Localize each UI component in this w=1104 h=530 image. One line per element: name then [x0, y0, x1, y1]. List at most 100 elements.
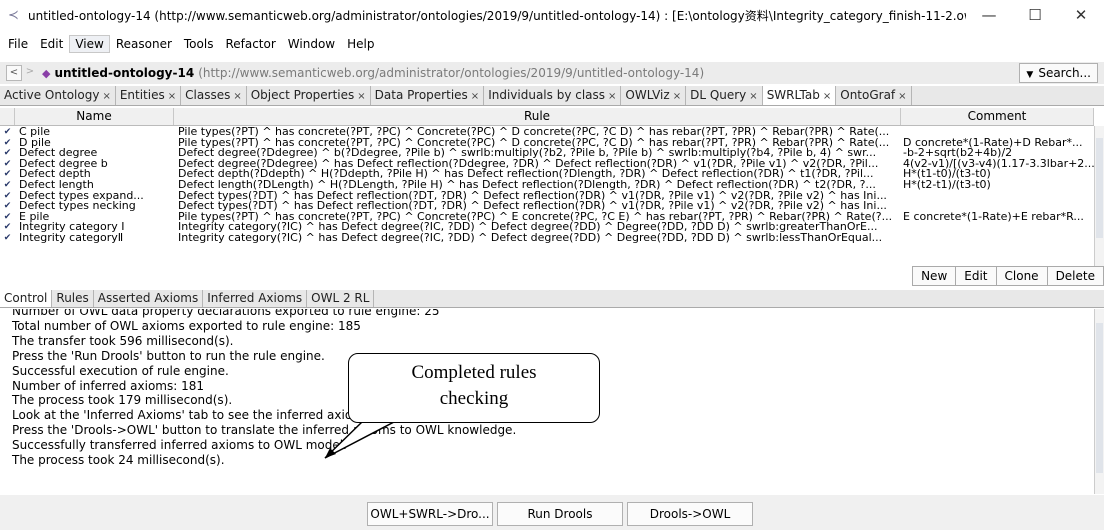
table-row[interactable]: ✔ Defect depth Defect depth(?Ddepth) ^ H(?…: [0, 169, 1094, 180]
rule-enabled-checkbox[interactable]: ✔: [0, 169, 15, 180]
rule-comment-cell[interactable]: [901, 222, 1094, 233]
rule-comment-cell[interactable]: H*(t1-t0)/(t3-t0): [901, 169, 1094, 180]
table-row[interactable]: ✔ Defect degree b Defect degree(?Ddegree) …: [0, 159, 1094, 170]
rule-name-cell[interactable]: D pile: [15, 138, 174, 149]
rule-enabled-checkbox[interactable]: ✔: [0, 222, 15, 233]
rule-name-cell[interactable]: Defect types expand...: [15, 191, 174, 202]
rule-name-cell[interactable]: Defect degree b: [15, 159, 174, 170]
close-tab-icon[interactable]: ×: [673, 91, 681, 102]
tab-object-properties[interactable]: Object Properties ×: [247, 86, 371, 105]
rule-comment-cell[interactable]: [901, 201, 1094, 212]
menu-file[interactable]: File: [2, 35, 34, 53]
table-row[interactable]: ✔ Defect types necking Defect types(?DT) ^…: [0, 201, 1094, 212]
drools-to-owl-button[interactable]: Drools->OWL: [627, 502, 753, 526]
forward-button[interactable]: >: [22, 65, 38, 81]
tab-active-ontology[interactable]: Active Ontology ×: [0, 86, 116, 105]
tab-data-properties[interactable]: Data Properties ×: [371, 86, 485, 105]
rule-enabled-checkbox[interactable]: ✔: [0, 201, 15, 212]
rule-enabled-checkbox[interactable]: ✔: [0, 148, 15, 159]
close-tab-icon[interactable]: ×: [471, 91, 479, 102]
close-tab-icon[interactable]: ×: [823, 91, 831, 102]
rules-table-scrollbar[interactable]: [1094, 126, 1104, 268]
table-row[interactable]: ✔ E pile Pile types(?PT) ^ has concrete(?P…: [0, 212, 1094, 223]
rule-comment-cell[interactable]: E concrete*(1-Rate)+E rebar*R...: [901, 212, 1094, 223]
rule-name-cell[interactable]: Integrity category I: [15, 222, 174, 233]
rule-body-cell[interactable]: Defect types(?DT) ^ has Defect reflectio…: [174, 201, 901, 212]
rule-name-cell[interactable]: Defect degree: [15, 148, 174, 159]
tab-rules[interactable]: Rules: [52, 290, 94, 307]
close-tab-icon[interactable]: ×: [749, 91, 757, 102]
back-button[interactable]: <: [6, 65, 22, 81]
rule-enabled-checkbox[interactable]: ✔: [0, 233, 15, 244]
rule-name-cell[interactable]: Defect depth: [15, 169, 174, 180]
run-drools-button[interactable]: Run Drools: [497, 502, 623, 526]
scrollbar-thumb[interactable]: [1096, 138, 1103, 238]
tab-asserted-axioms[interactable]: Asserted Axioms: [94, 290, 204, 307]
rule-column-header[interactable]: Rule: [174, 108, 901, 125]
rule-name-cell[interactable]: Defect types necking: [15, 201, 174, 212]
tab-inferred-axioms[interactable]: Inferred Axioms: [203, 290, 308, 307]
close-tab-icon[interactable]: ×: [898, 91, 906, 102]
menu-tools[interactable]: Tools: [178, 35, 220, 53]
rule-body-cell[interactable]: Defect degree(?Ddegree) ^ has Defect ref…: [174, 159, 901, 170]
minimize-icon[interactable]: —: [966, 6, 1012, 24]
menu-edit[interactable]: Edit: [34, 35, 69, 53]
menu-help[interactable]: Help: [341, 35, 380, 53]
edit-rule-button[interactable]: Edit: [955, 266, 997, 286]
close-tab-icon[interactable]: ×: [168, 91, 176, 102]
rule-body-cell[interactable]: Defect degree(?Ddegree) ^ b(?Ddegree, ?P…: [174, 148, 901, 159]
menu-refactor[interactable]: Refactor: [219, 35, 281, 53]
close-tab-icon[interactable]: ×: [233, 91, 241, 102]
rule-enabled-checkbox[interactable]: ✔: [0, 138, 15, 149]
comment-column-header[interactable]: Comment: [901, 108, 1094, 125]
table-row[interactable]: ✔ Defect types expand... Defect types(?DT)…: [0, 191, 1094, 202]
clone-rule-button[interactable]: Clone: [995, 266, 1048, 286]
table-row[interactable]: ✔ Integrity category I Integrity category(…: [0, 222, 1094, 233]
menu-window[interactable]: Window: [282, 35, 341, 53]
tab-ontograf[interactable]: OntoGraf ×: [836, 86, 912, 105]
rule-body-cell[interactable]: Defect length(?DLength) ^ H(?DLength, ?P…: [174, 180, 901, 191]
rule-name-cell[interactable]: E pile: [15, 212, 174, 223]
rule-body-cell[interactable]: Pile types(?PT) ^ has concrete(?PT, ?PC)…: [174, 138, 901, 149]
tab-entities[interactable]: Entities ×: [116, 86, 182, 105]
rule-comment-cell[interactable]: [901, 191, 1094, 202]
close-tab-icon[interactable]: ×: [102, 91, 110, 102]
rule-enabled-checkbox[interactable]: ✔: [0, 180, 15, 191]
rule-comment-cell[interactable]: D concrete*(1-Rate)+D Rebar*...: [901, 138, 1094, 149]
rule-comment-cell[interactable]: H*(t2-t1)/(t3-t0): [901, 180, 1094, 191]
console-scrollbar[interactable]: [1094, 309, 1104, 494]
rule-name-cell[interactable]: C pile: [15, 127, 174, 138]
rule-comment-cell[interactable]: [901, 127, 1094, 138]
rule-body-cell[interactable]: Defect depth(?Ddepth) ^ H(?Ddepth, ?Pile…: [174, 169, 901, 180]
owl-swrl-to-drools-button[interactable]: OWL+SWRL->Dro...: [367, 502, 493, 526]
rule-comment-cell[interactable]: 4(v2-v1)/[(v3-v4)(1.17-3.3lbar+2...: [901, 159, 1094, 170]
table-row[interactable]: ✔ C pile Pile types(?PT) ^ has concrete(?P…: [0, 127, 1094, 138]
rule-body-cell[interactable]: Pile types(?PT) ^ has concrete(?PT, ?PC)…: [174, 212, 901, 223]
rule-enabled-checkbox[interactable]: ✔: [0, 159, 15, 170]
tab-dl-query[interactable]: DL Query ×: [686, 86, 763, 105]
close-icon[interactable]: ✕: [1058, 6, 1104, 24]
tab-control[interactable]: Control: [0, 290, 53, 307]
rule-body-cell[interactable]: Defect types(?DT) ^ has Defect reflectio…: [174, 191, 901, 202]
tab-individuals-by-class[interactable]: Individuals by class ×: [484, 86, 622, 105]
table-row[interactable]: ✔ Defect degree Defect degree(?Ddegree) ^ …: [0, 148, 1094, 159]
close-tab-icon[interactable]: ×: [608, 91, 616, 102]
search-button[interactable]: ▼ Search...: [1019, 63, 1098, 83]
name-column-header[interactable]: Name: [15, 108, 174, 125]
rule-name-cell[interactable]: Defect length: [15, 180, 174, 191]
rule-comment-cell[interactable]: -b-2+sqrt(b2+4b)/2: [901, 148, 1094, 159]
new-rule-button[interactable]: New: [912, 266, 957, 286]
tab-owlviz[interactable]: OWLViz ×: [621, 86, 687, 105]
rule-enabled-checkbox[interactable]: ✔: [0, 212, 15, 223]
rule-enabled-checkbox[interactable]: ✔: [0, 127, 15, 138]
rule-body-cell[interactable]: Pile types(?PT) ^ has concrete(?PT, ?PC)…: [174, 127, 901, 138]
rule-comment-cell[interactable]: [901, 233, 1094, 244]
rule-name-cell[interactable]: Integrity categoryⅡ: [15, 233, 174, 244]
tab-swrltab[interactable]: SWRLTab ×: [762, 86, 837, 105]
maximize-icon[interactable]: ☐: [1012, 6, 1058, 24]
rule-body-cell[interactable]: Integrity category(?IC) ^ has Defect deg…: [174, 233, 901, 244]
table-row[interactable]: ✔ Integrity categoryⅡ Integrity category(?…: [0, 233, 1094, 244]
menu-view[interactable]: View: [69, 35, 110, 53]
tab-owl2-rl[interactable]: OWL 2 RL: [307, 290, 375, 307]
scrollbar-thumb[interactable]: [1096, 323, 1103, 473]
